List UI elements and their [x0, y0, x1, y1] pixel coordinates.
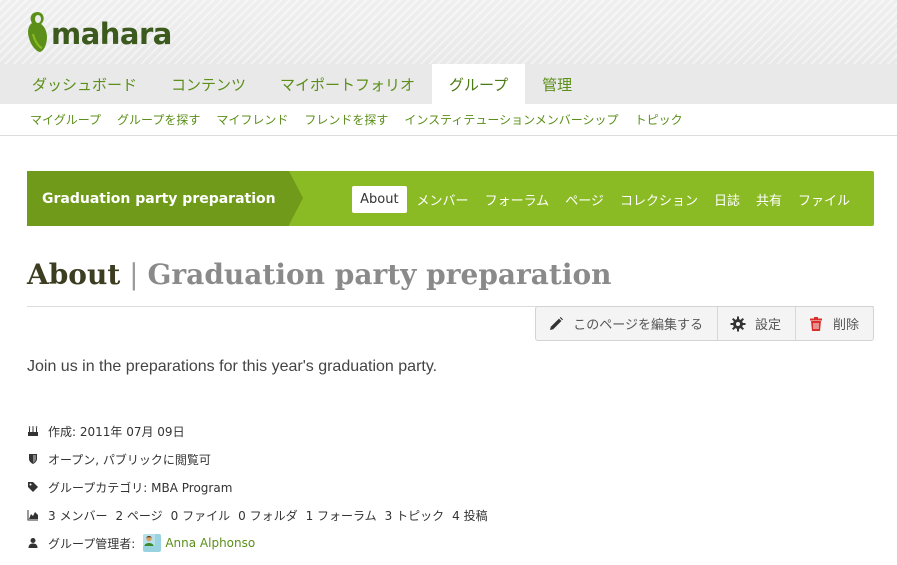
edit-page-button[interactable]: このページを編集する [536, 307, 718, 340]
shield-icon [29, 454, 37, 464]
group-tab-members[interactable]: メンバー [409, 186, 477, 213]
group-bar: Graduation party preparation About メンバー … [27, 171, 874, 226]
info-visibility: オープン, パブリックに閲覧可 [27, 445, 496, 473]
group-tab-share[interactable]: 共有 [748, 186, 790, 213]
group-info: 作成: 2011年 07月 09日 オープン, パブリックに閲覧可 グループカテ… [27, 417, 496, 557]
tab-contents[interactable]: コンテンツ [154, 64, 263, 104]
avatar-image [143, 534, 156, 546]
tab-portfolio[interactable]: マイポートフォリオ [263, 64, 432, 104]
stat-folders: 0 フォルダ [238, 508, 298, 523]
subnav-my-friends[interactable]: マイフレンド [216, 111, 288, 128]
main-nav: ダッシュボード コンテンツ マイポートフォリオ グループ 管理 [0, 64, 897, 104]
group-tabs: About メンバー フォーラム ページ コレクション 日誌 共有 ファイル [352, 185, 858, 213]
page-title: About | Graduation party preparation [27, 258, 612, 291]
page-title-main: About [27, 258, 121, 291]
gear-icon [730, 316, 746, 331]
page-title-sub: Graduation party preparation [147, 258, 612, 291]
group-description: Join us in the preparations for this yea… [27, 358, 438, 375]
created-text: 作成: 2011年 07月 09日 [48, 424, 185, 439]
tab-dashboard[interactable]: ダッシュボード [15, 64, 154, 104]
tab-groups[interactable]: グループ [432, 64, 526, 104]
stat-posts: 4 投稿 [452, 508, 488, 523]
admin-name-link[interactable]: Anna Alphonso [165, 536, 255, 550]
subnav-my-groups[interactable]: マイグループ [30, 111, 101, 128]
info-stats: 3 メンバー 2 ページ 0 ファイル 0 フォルダ 1 フォーラム 3 トピッ… [27, 501, 496, 529]
group-tab-pages[interactable]: ページ [557, 186, 612, 213]
birthday-cake-icon [28, 426, 38, 436]
trash-icon [809, 316, 822, 331]
subnav-institution-membership[interactable]: インスティテューションメンバーシップ [404, 111, 618, 128]
info-category: グループカテゴリ: MBA Program [27, 473, 496, 501]
group-tab-forums[interactable]: フォーラム [477, 186, 558, 213]
settings-button[interactable]: 設定 [718, 307, 796, 340]
tab-admin[interactable]: 管理 [525, 64, 589, 104]
admin-label: グループ管理者: [48, 536, 136, 551]
site-header: mahara [0, 0, 897, 64]
sub-nav: マイグループ グループを探す マイフレンド フレンドを探す インスティテューショ… [0, 104, 897, 136]
delete-button[interactable]: 削除 [796, 307, 873, 340]
group-tab-files[interactable]: ファイル [790, 186, 858, 213]
group-tab-collections[interactable]: コレクション [612, 186, 706, 213]
visibility-text: オープン, パブリックに閲覧可 [48, 452, 211, 467]
user-icon [28, 538, 38, 548]
group-tab-about[interactable]: About [352, 185, 407, 213]
stat-topics: 3 トピック [384, 508, 445, 523]
mahara-logo[interactable]: mahara [27, 9, 172, 55]
page-title-separator: | [120, 258, 148, 291]
stat-members: 3 メンバー [48, 508, 108, 523]
delete-label: 削除 [832, 318, 859, 333]
area-chart-icon [27, 510, 38, 521]
stat-pages: 2 ページ [115, 508, 163, 523]
edit-page-label: このページを編集する [573, 318, 703, 333]
stat-forums: 1 フォーラム [305, 508, 377, 523]
avatar[interactable] [143, 534, 162, 552]
logo-text: mahara [51, 17, 172, 51]
group-name: Graduation party preparation [27, 171, 289, 226]
category-text: グループカテゴリ: MBA Program [48, 480, 233, 495]
group-name-arrow [289, 171, 303, 225]
subnav-find-friends[interactable]: フレンドを探す [304, 111, 388, 128]
page-actions: このページを編集する 設定 削除 [535, 306, 874, 341]
mahara-logo-icon [28, 12, 47, 52]
pencil-icon [550, 316, 564, 330]
settings-label: 設定 [754, 318, 781, 333]
stat-files: 0 ファイル [170, 508, 231, 523]
group-tab-journals[interactable]: 日誌 [706, 186, 748, 213]
tag-icon [28, 482, 38, 492]
info-created: 作成: 2011年 07月 09日 [27, 417, 496, 445]
info-admin: グループ管理者: Anna Alphonso [27, 529, 496, 557]
subnav-topics[interactable]: トピック [635, 111, 683, 128]
subnav-find-groups[interactable]: グループを探す [117, 111, 200, 128]
